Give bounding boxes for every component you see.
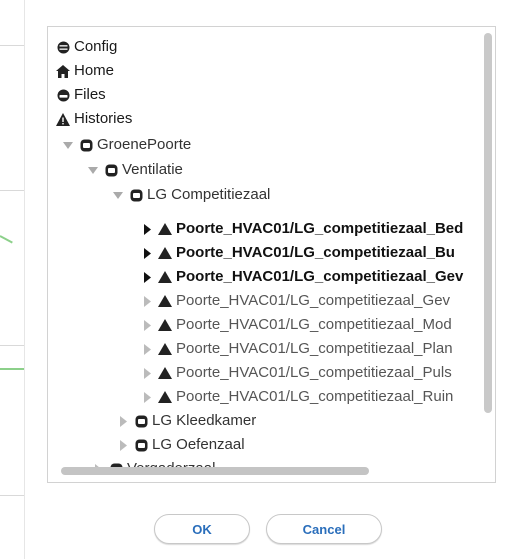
tree-node-ventilatie[interactable]: Ventilatie <box>86 158 183 182</box>
chevron-right-icon[interactable] <box>140 247 154 259</box>
chevron-right-icon[interactable] <box>140 367 154 379</box>
tree-node-histories[interactable]: Histories <box>56 107 132 131</box>
chevron-down-icon[interactable] <box>61 141 75 149</box>
drive-icon <box>56 89 70 102</box>
tree-node-label: Histories <box>74 110 133 127</box>
triangle-icon <box>158 247 172 259</box>
tree-node-label: Poorte_HVAC01/LG_competitiezaal_Puls <box>176 364 452 381</box>
triangle-icon <box>158 319 172 331</box>
tree-node-point[interactable]: Poorte_HVAC01/LG_competitiezaal_Bu <box>140 241 455 265</box>
chevron-right-icon[interactable] <box>140 223 154 235</box>
chevron-right-icon[interactable] <box>116 415 130 427</box>
tree-node-kleedkamer[interactable]: LG Kleedkamer <box>116 409 256 433</box>
tree-node-competitiezaal[interactable]: LG Competitiezaal <box>111 183 270 207</box>
home-icon <box>56 64 70 78</box>
tree-node-point[interactable]: Poorte_HVAC01/LG_competitiezaal_Gev <box>140 289 450 313</box>
background-panel <box>0 0 25 559</box>
tree-node-label: Config <box>74 38 118 55</box>
tree-node-label: Poorte_HVAC01/LG_competitiezaal_Plan <box>176 340 453 357</box>
chevron-right-icon[interactable] <box>140 271 154 283</box>
triangle-icon <box>158 223 172 235</box>
tree-node-label: Poorte_HVAC01/LG_competitiezaal_Gev <box>176 292 451 309</box>
tree-node-point[interactable]: Poorte_HVAC01/LG_competitiezaal_Puls <box>140 361 452 385</box>
tree-node-config[interactable]: Config <box>56 35 117 59</box>
tree-viewport: Config Home Files Histories GroenePoorte… <box>48 27 482 469</box>
chevron-right-icon[interactable] <box>140 343 154 355</box>
triangle-icon <box>158 391 172 403</box>
component-icon <box>134 415 148 428</box>
grid-line <box>0 45 24 46</box>
triangle-icon <box>158 295 172 307</box>
chevron-down-icon[interactable] <box>86 166 100 174</box>
warning-icon <box>56 112 70 126</box>
tree-node-files[interactable]: Files <box>56 83 106 107</box>
component-icon <box>104 164 118 177</box>
chevron-right-icon[interactable] <box>140 295 154 307</box>
tree-node-label: Poorte_HVAC01/LG_competitiezaal_Bu <box>176 244 455 261</box>
chevron-right-icon[interactable] <box>116 439 130 451</box>
tree-node-point[interactable]: Poorte_HVAC01/LG_competitiezaal_Ruin <box>140 385 453 409</box>
component-icon <box>129 189 143 202</box>
horizontal-scrollbar[interactable] <box>61 467 369 475</box>
tree-node-label: Poorte_HVAC01/LG_competitiezaal_Gev <box>176 268 464 285</box>
triangle-icon <box>158 343 172 355</box>
cancel-button[interactable]: Cancel <box>266 514 382 544</box>
grid-line <box>0 495 24 496</box>
tree-node-point[interactable]: Poorte_HVAC01/LG_competitiezaal_Mod <box>140 313 452 337</box>
triangle-icon <box>158 367 172 379</box>
chart-line <box>0 368 24 370</box>
ok-button[interactable]: OK <box>154 514 250 544</box>
grid-line <box>0 190 24 191</box>
vertical-scrollbar[interactable] <box>484 33 492 413</box>
tree-node-point[interactable]: Poorte_HVAC01/LG_competitiezaal_Bed <box>140 217 463 241</box>
tree-node-label: Ventilatie <box>122 161 183 178</box>
tree-node-point[interactable]: Poorte_HVAC01/LG_competitiezaal_Gev <box>140 265 463 289</box>
tree-node-label: Home <box>74 62 115 79</box>
tree-panel[interactable]: Config Home Files Histories GroenePoorte… <box>47 26 496 483</box>
tree-node-oefenzaal[interactable]: LG Oefenzaal <box>116 433 245 457</box>
tree-node-groenepoorte[interactable]: GroenePoorte <box>61 133 191 157</box>
tree-node-label: Poorte_HVAC01/LG_competitiezaal_Ruin <box>176 388 454 405</box>
chevron-right-icon[interactable] <box>140 391 154 403</box>
tree-node-label: GroenePoorte <box>97 136 192 153</box>
tree-node-home[interactable]: Home <box>56 59 114 83</box>
tree-node-label: LG Oefenzaal <box>152 436 245 453</box>
tree-node-label: Poorte_HVAC01/LG_competitiezaal_Mod <box>176 316 452 333</box>
component-icon <box>79 139 93 152</box>
component-icon <box>134 439 148 452</box>
chevron-down-icon[interactable] <box>111 191 125 199</box>
tree-node-point[interactable]: Poorte_HVAC01/LG_competitiezaal_Plan <box>140 337 453 361</box>
gear-icon <box>56 41 70 54</box>
chevron-right-icon[interactable] <box>140 319 154 331</box>
grid-line <box>0 345 24 346</box>
tree-node-label: LG Kleedkamer <box>152 412 257 429</box>
tree-node-label: Poorte_HVAC01/LG_competitiezaal_Bed <box>176 220 464 237</box>
triangle-icon <box>158 271 172 283</box>
tree-node-label: LG Competitiezaal <box>147 186 271 203</box>
tree-node-label: Files <box>74 86 106 103</box>
